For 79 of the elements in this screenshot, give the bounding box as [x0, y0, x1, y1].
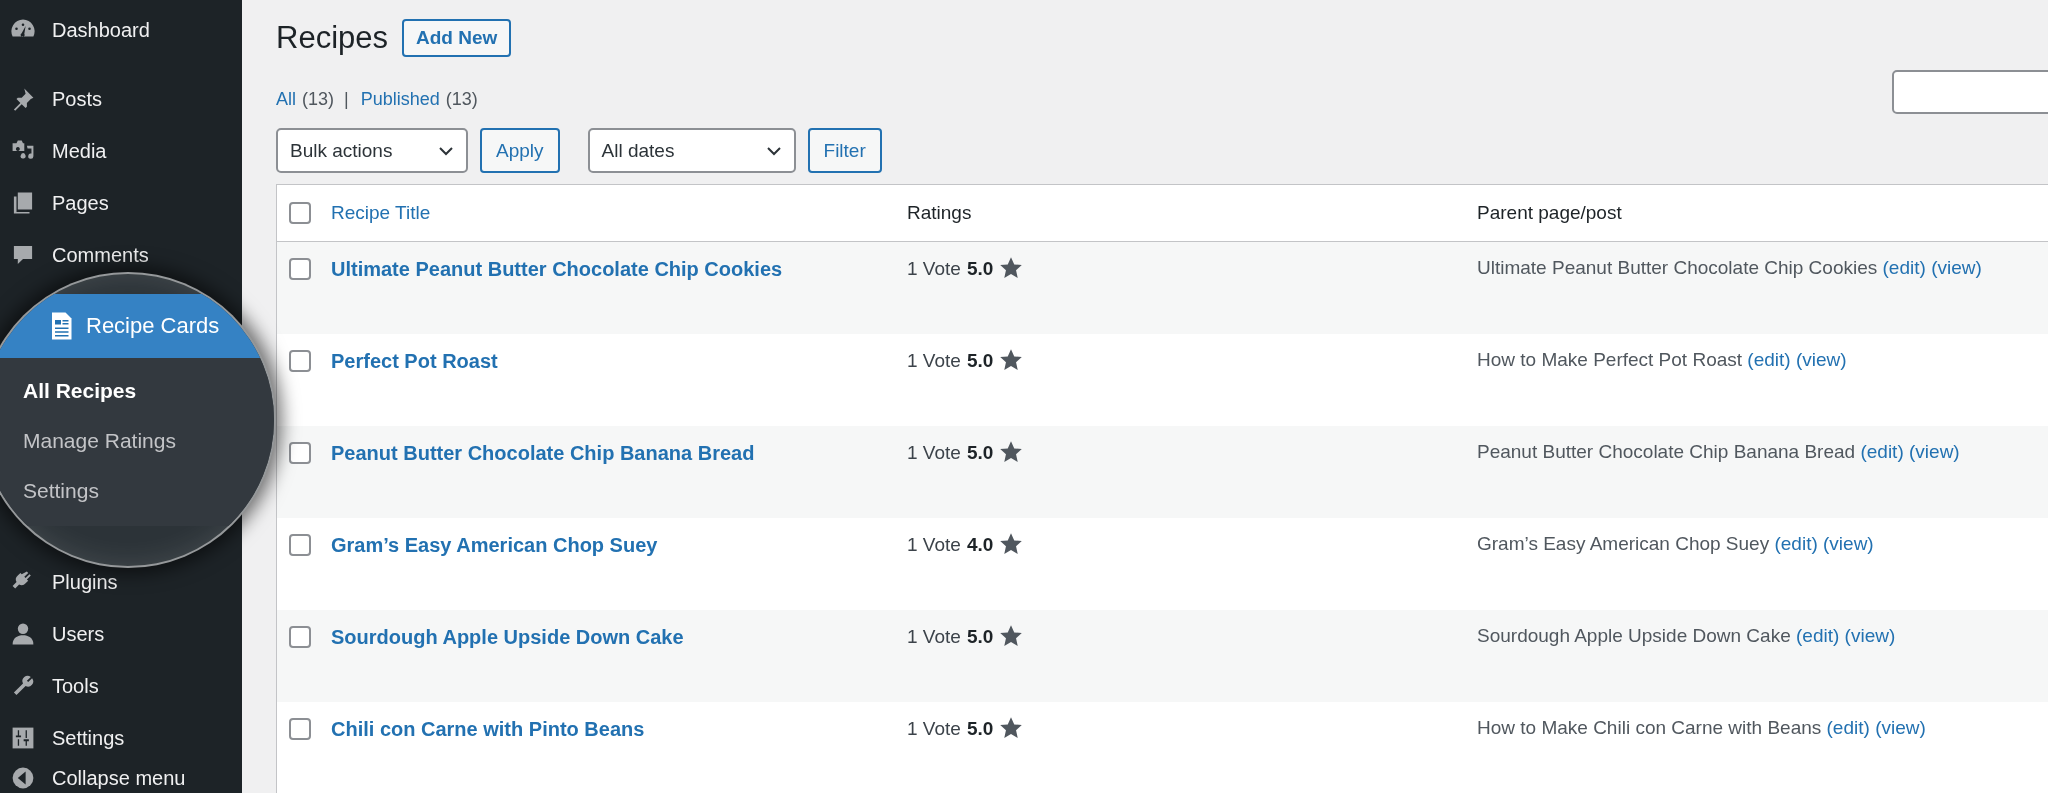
item-count: (13)	[445, 89, 478, 110]
submenu-item[interactable]: Settings	[23, 466, 274, 516]
column-header: Parent page/post	[1477, 202, 1622, 223]
vote-count: 1 Vote	[907, 534, 961, 556]
star-icon	[999, 624, 1024, 648]
checkbox[interactable]	[289, 258, 311, 280]
column-header: Ratings	[907, 202, 972, 223]
menu-item[interactable]: Collapse menu	[0, 763, 242, 793]
star-icon	[999, 532, 1024, 556]
submenu-item[interactable]: All Recipes	[23, 366, 274, 416]
menu-item[interactable]: Posts	[0, 84, 242, 114]
menu-item[interactable]: Media	[0, 136, 242, 166]
rating-score: 5.0	[966, 626, 994, 648]
recipe-title-link[interactable]: Peanut Butter Chocolate Chip Banana Bread	[331, 442, 755, 464]
star-icon	[999, 440, 1024, 464]
rating-score: 5.0	[966, 350, 994, 372]
star-icon	[999, 256, 1024, 280]
checkbox[interactable]	[289, 350, 311, 372]
vote-count: 1 Vote	[907, 718, 961, 740]
apply-button[interactable]: Apply	[480, 128, 560, 173]
star-icon	[999, 716, 1024, 740]
sliders-icon	[10, 725, 36, 751]
menu-item[interactable]: Dashboard	[0, 15, 242, 45]
rating-score: 5.0	[966, 718, 994, 740]
recipe-title-link[interactable]: Ultimate Peanut Butter Chocolate Chip Cookies	[331, 258, 783, 280]
edit-link[interactable]: (edit)	[1747, 349, 1791, 370]
star-icon	[999, 348, 1024, 372]
filter-button[interactable]: Filter	[807, 128, 882, 173]
parent-title: Gram’s Easy American Chop Suey	[1477, 533, 1770, 554]
item-count: (13)	[302, 89, 335, 110]
recipe-title-link[interactable]: Chili con Carne with Pinto Beans	[331, 718, 645, 740]
submenu-item[interactable]: Manage Ratings	[23, 416, 274, 466]
separator: |	[344, 89, 349, 110]
edit-link[interactable]: (edit)	[1796, 625, 1840, 646]
vote-count: 1 Vote	[907, 626, 961, 648]
vote-count: 1 Vote	[907, 442, 961, 464]
user-icon	[10, 621, 36, 647]
recipe-title-link[interactable]: Sourdough Apple Upside Down Cake	[331, 626, 684, 648]
view-link[interactable]: (view)	[1931, 257, 1982, 278]
checkbox[interactable]	[289, 626, 311, 648]
view-link[interactable]: (view)	[1795, 349, 1847, 370]
checkbox[interactable]	[289, 718, 311, 740]
edit-link[interactable]: (edit)	[1826, 717, 1870, 738]
filter-link[interactable]: Published	[360, 89, 440, 110]
filter-link[interactable]: All	[276, 89, 296, 110]
checkbox[interactable]	[289, 202, 311, 224]
parent-title: Ultimate Peanut Butter Chocolate Chip Cookies	[1477, 257, 1878, 278]
recipe-title-link[interactable]: Perfect Pot Roast	[331, 350, 498, 372]
menu-item[interactable]: Users	[0, 619, 242, 649]
column-header[interactable]: Recipe Title	[331, 202, 431, 223]
view-link[interactable]: (view)	[1844, 625, 1896, 646]
add-new-button[interactable]: Add New	[402, 19, 512, 57]
menu-item[interactable]: Plugins	[0, 567, 242, 597]
parent-title: How to Make Perfect Pot Roast	[1477, 349, 1743, 370]
menu-item[interactable]: Pages	[0, 188, 242, 218]
parent-title: Peanut Butter Chocolate Chip Banana Bread	[1477, 441, 1856, 462]
search-field[interactable]	[1892, 70, 2048, 114]
edit-link[interactable]: (edit)	[1882, 257, 1926, 278]
checkbox[interactable]	[289, 534, 311, 556]
view-link[interactable]: (view)	[1909, 441, 1960, 462]
rating-score: 5.0	[966, 258, 994, 280]
edit-link[interactable]: (edit)	[1860, 441, 1904, 462]
view-link[interactable]: (view)	[1823, 533, 1874, 554]
rating-score: 5.0	[966, 442, 994, 464]
rating-score: 4.0	[966, 534, 994, 556]
parent-title: How to Make Chili con Carne with Beans	[1477, 717, 1822, 738]
page-title: Recipes	[276, 20, 388, 56]
dropdown[interactable]: All dates	[587, 128, 796, 173]
edit-link[interactable]: (edit)	[1774, 533, 1818, 554]
parent-title: Sourdough Apple Upside Down Cake	[1477, 625, 1791, 646]
recipe-title-link[interactable]: Gram’s Easy American Chop Suey	[331, 534, 658, 556]
vote-count: 1 Vote	[907, 258, 961, 280]
checkbox[interactable]	[289, 442, 311, 464]
menu-item[interactable]: Comments	[0, 240, 242, 270]
view-link[interactable]: (view)	[1875, 717, 1926, 738]
menu-item[interactable]: Tools	[0, 671, 242, 701]
vote-count: 1 Vote	[907, 350, 961, 372]
dropdown[interactable]: Bulk actions	[276, 128, 468, 173]
menu-item[interactable]: Settings	[0, 723, 242, 753]
